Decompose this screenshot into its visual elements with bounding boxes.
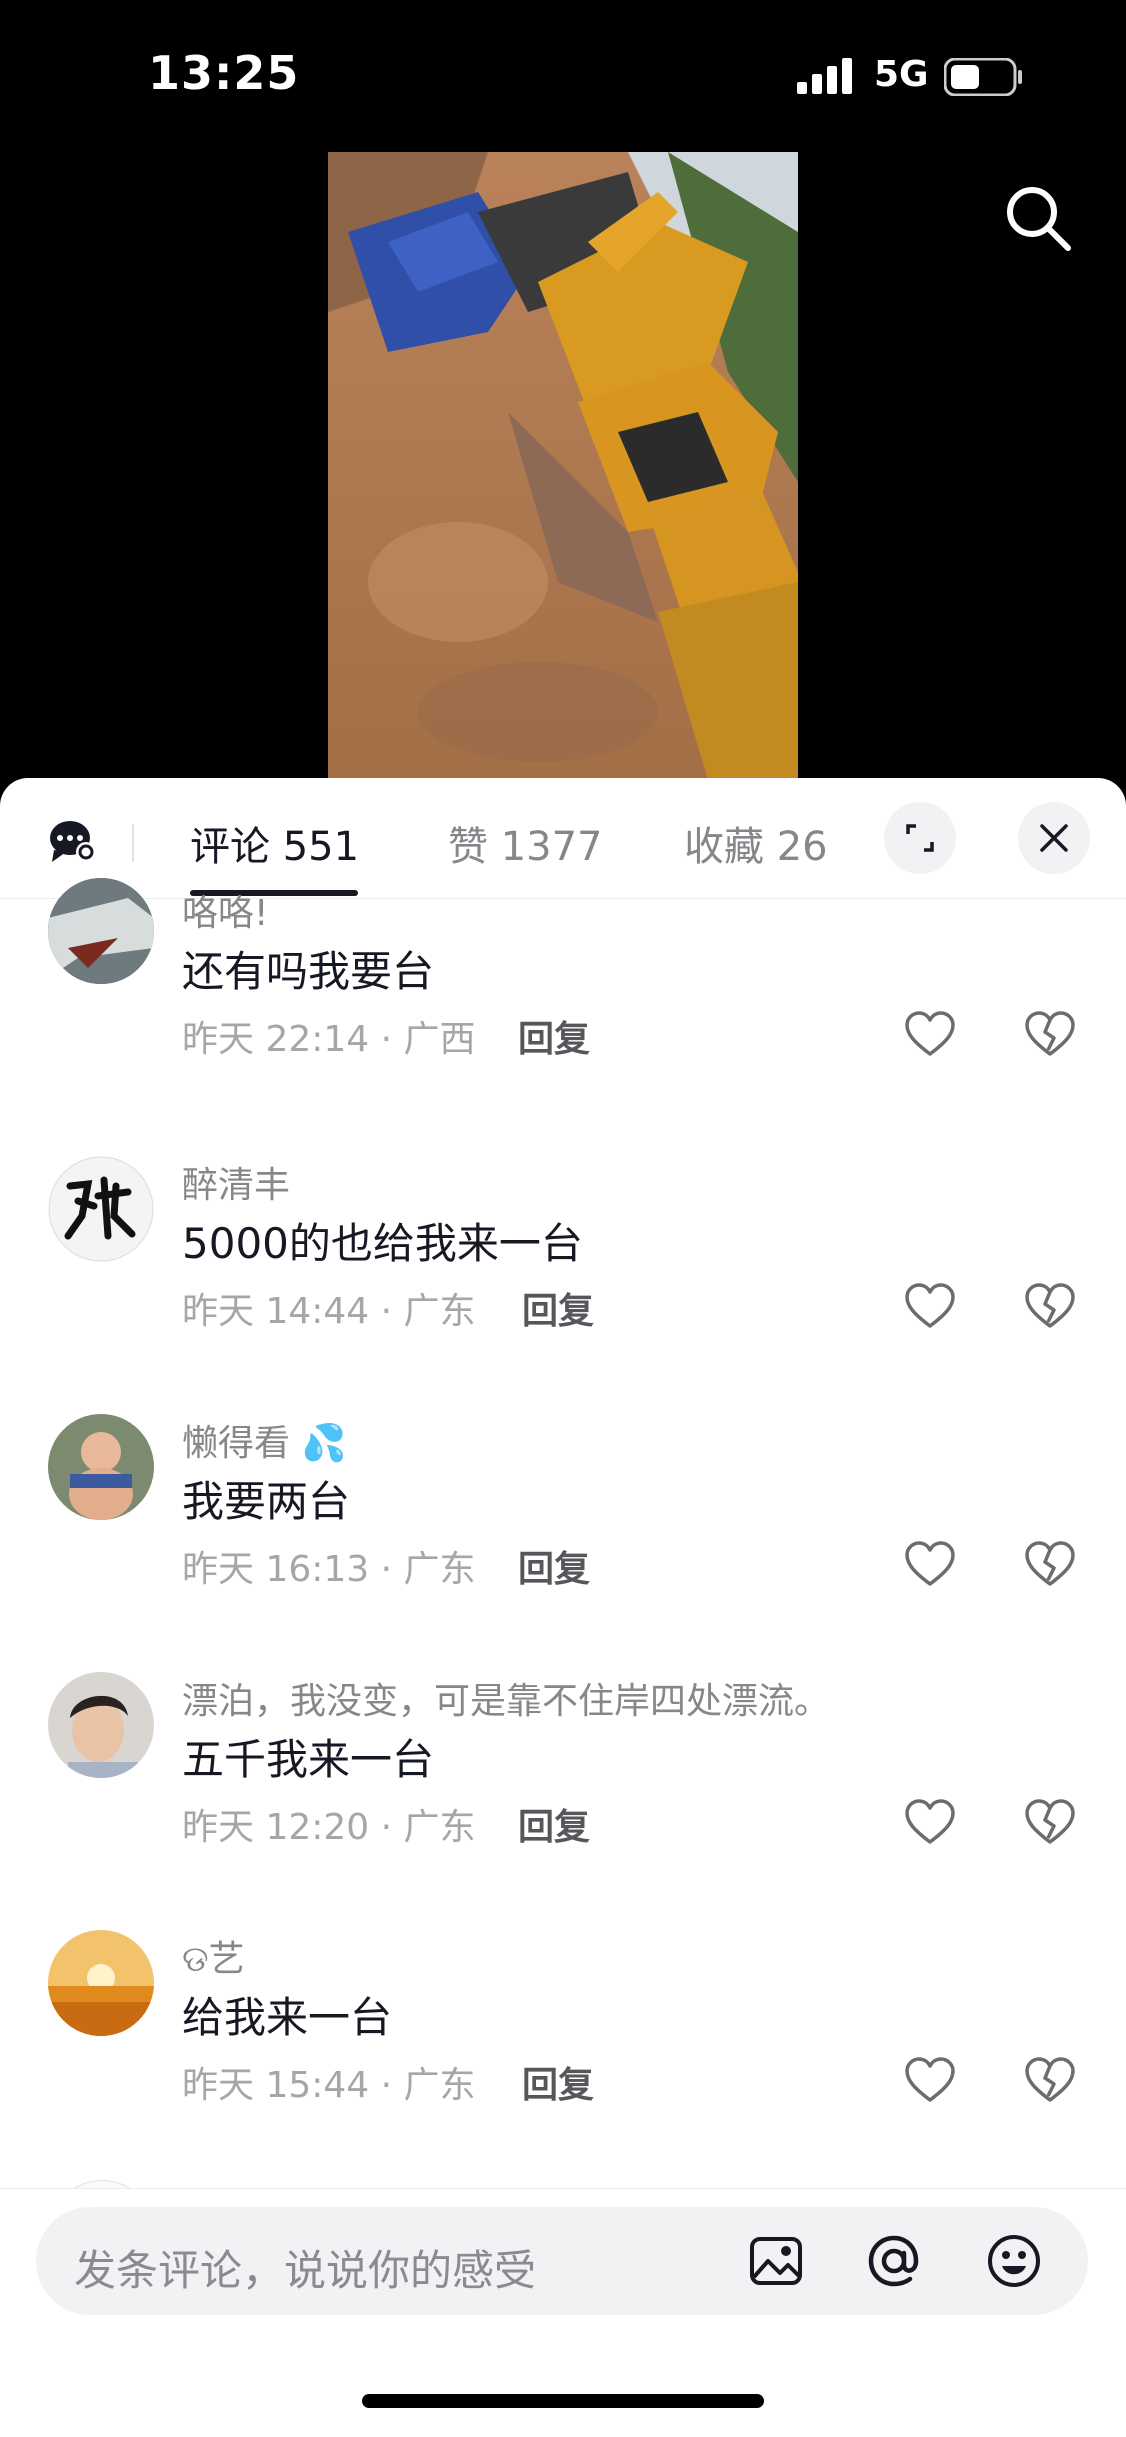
comment-meta: 昨天 12:20 · 广东 — [182, 1807, 476, 1848]
comment-input[interactable]: 发条评论，说说你的感受 — [36, 2207, 1088, 2315]
video-frame-image — [328, 152, 798, 780]
comment-username[interactable]: 懒得看 💦 — [182, 1414, 346, 1466]
comment-item: ଡ艺 给我来一台 昨天 15:44 · 广东 回复 — [0, 1930, 1126, 2188]
expand-button[interactable] — [884, 802, 956, 874]
reply-button[interactable]: 回复 — [522, 1282, 594, 1334]
heart-icon[interactable] — [904, 1010, 956, 1058]
avatar[interactable] — [48, 1672, 154, 1778]
image-icon[interactable] — [748, 2233, 804, 2289]
tab-favorites[interactable]: 收藏 26 — [684, 814, 826, 872]
close-button[interactable] — [1018, 802, 1090, 874]
close-icon — [1040, 824, 1068, 852]
search-icon[interactable] — [1000, 180, 1076, 256]
heart-icon[interactable] — [904, 1282, 956, 1330]
tab-divider — [132, 824, 134, 862]
comment-text: 还有吗我要台 — [182, 947, 435, 996]
broken-heart-icon[interactable] — [1024, 1010, 1076, 1058]
at-icon[interactable] — [866, 2233, 922, 2289]
expand-icon — [906, 824, 934, 852]
tab-likes[interactable]: 赞 1377 — [448, 814, 603, 872]
comment-text: 五千我来一台 — [182, 1735, 435, 1784]
status-bar: 13:25 5G — [0, 0, 1126, 150]
cellular-signal-icon — [797, 58, 852, 94]
comment-meta: 昨天 14:44 · 广东 — [182, 1291, 476, 1332]
reply-button[interactable]: 回复 — [518, 1010, 590, 1062]
comment-username[interactable]: 漂泊，我没变，可是靠不住岸四处漂流。 — [182, 1672, 830, 1724]
comment-text: 5000的也给我来一台 — [182, 1219, 583, 1268]
comment-username[interactable]: ଡ艺 — [182, 1930, 245, 1982]
broken-heart-icon[interactable] — [1024, 1540, 1076, 1588]
status-time: 13:25 — [148, 46, 300, 100]
tab-comments[interactable]: 评论 551 — [190, 814, 359, 872]
reply-button[interactable]: 回复 — [518, 1540, 590, 1592]
heart-icon[interactable] — [904, 2056, 956, 2104]
avatar[interactable] — [48, 1414, 154, 1520]
comment-text: 给我来一台 — [182, 1993, 393, 2042]
emoji-icon[interactable] — [986, 2233, 1042, 2289]
comment-meta: 昨天 15:44 · 广东 — [182, 2065, 476, 2106]
chat-settings-icon[interactable] — [48, 818, 98, 864]
comment-text: 我要两台 — [182, 1477, 351, 1526]
avatar[interactable] — [48, 1930, 154, 2036]
comment-item: 懒得看 💦 我要两台 昨天 16:13 · 广东 回复 — [0, 1414, 1126, 1672]
battery-icon — [944, 58, 1022, 96]
broken-heart-icon[interactable] — [1024, 1282, 1076, 1330]
comment-meta: 昨天 22:14 · 广西 — [182, 1019, 476, 1060]
comment-item: 咯咯! 还有吗我要台 昨天 22:14 · 广西 回复 — [0, 878, 1126, 1156]
comment-item: 漂泊，我没变，可是靠不住岸四处漂流。 五千我来一台 昨天 12:20 · 广东 … — [0, 1672, 1126, 1930]
home-indicator[interactable] — [362, 2394, 764, 2408]
reply-button[interactable]: 回复 — [518, 1798, 590, 1850]
comment-item: 醉清丰 5000的也给我来一台 昨天 14:44 · 广东 回复 — [0, 1156, 1126, 1414]
video-player[interactable] — [328, 152, 798, 780]
broken-heart-icon[interactable] — [1024, 1798, 1076, 1846]
avatar[interactable] — [48, 1156, 154, 1262]
comment-input-placeholder: 发条评论，说说你的感受 — [74, 2246, 537, 2295]
broken-heart-icon[interactable] — [1024, 2056, 1076, 2104]
heart-icon[interactable] — [904, 1798, 956, 1846]
panel-tabs: 评论 551 赞 1377 收藏 26 — [0, 778, 1126, 899]
avatar[interactable] — [48, 878, 154, 984]
network-type: 5G — [874, 54, 929, 95]
heart-icon[interactable] — [904, 1540, 956, 1588]
comment-username[interactable]: 醉清丰 — [182, 1156, 290, 1208]
comment-meta: 昨天 16:13 · 广东 — [182, 1549, 476, 1590]
comment-username[interactable]: 咯咯! — [182, 884, 268, 936]
reply-button[interactable]: 回复 — [522, 2056, 594, 2108]
